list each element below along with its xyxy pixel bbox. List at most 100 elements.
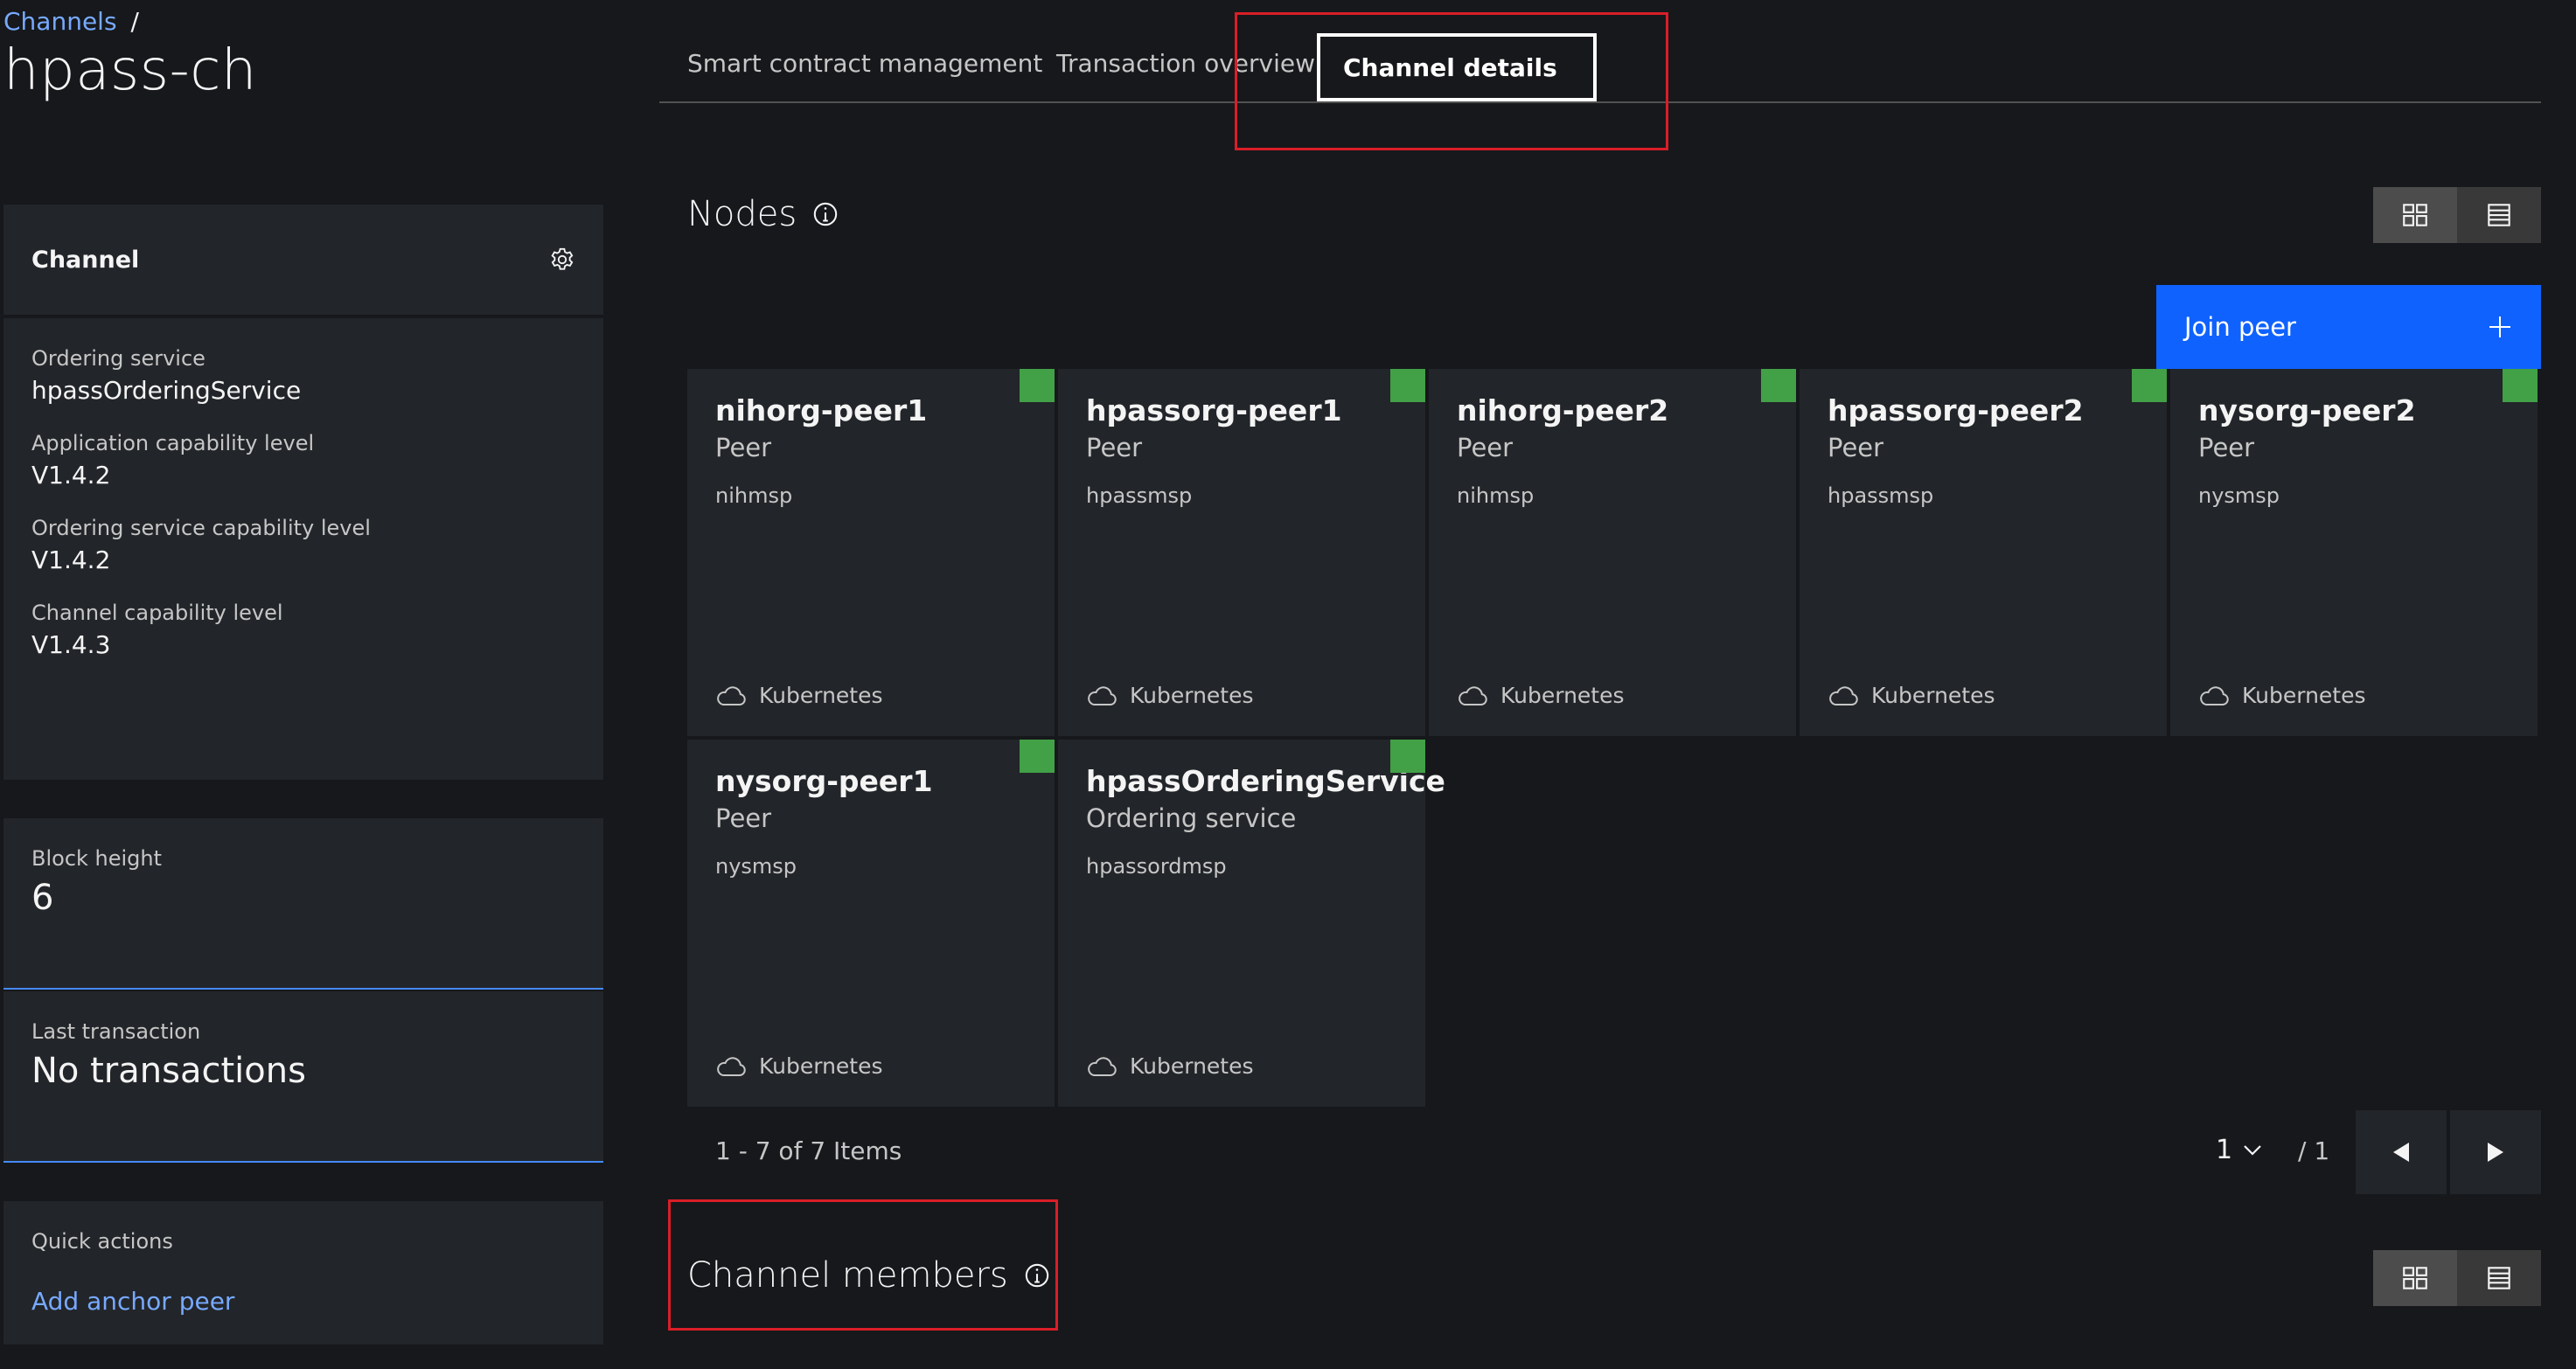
node-name: hpassOrderingService [1086,764,1445,798]
cloud-icon [1088,685,1117,705]
node-tile[interactable]: nihorg-peer2 Peer nihmsp Kubernetes [1429,369,1796,736]
node-msp: hpassordmsp [1086,854,1227,879]
node-msp: nihmsp [715,483,793,508]
node-location-label: Kubernetes [1500,683,1625,708]
quick-actions-label: Quick actions [31,1229,173,1254]
cloud-icon [1459,685,1487,705]
breadcrumb-separator: / [130,7,139,36]
list-view-icon [2488,204,2510,226]
nodes-section-title: Nodes [687,194,839,234]
info-value: hpassOrderingService [31,376,302,405]
node-type: Peer [1457,433,1514,462]
tile-view-button[interactable] [2373,187,2457,243]
block-height-value: 6 [31,878,54,918]
join-peer-button[interactable]: Join peer [2156,285,2541,369]
nodes-title: Nodes [687,194,797,234]
cloud-icon [1088,1056,1117,1076]
info-value: V1.4.3 [31,630,111,659]
last-transaction-card: Last transaction No transactions [3,991,603,1163]
info-value: V1.4.2 [31,546,111,574]
tile-view-button[interactable] [2373,1250,2457,1306]
info-label: Ordering service [31,346,205,371]
info-label: Channel capability level [31,601,283,625]
node-type: Peer [1828,433,1884,462]
cloud-icon [1829,685,1858,705]
node-tile[interactable]: hpassorg-peer2 Peer hpassmsp Kubernetes [1800,369,2167,736]
gear-icon[interactable] [549,247,575,273]
node-location: Kubernetes [1086,683,1254,708]
next-page-button[interactable] [2450,1110,2541,1194]
prev-page-button[interactable] [2356,1110,2447,1194]
info-value: V1.4.2 [31,461,111,490]
node-location: Kubernetes [715,1053,883,1079]
info-application-capability: Application capability level V1.4.2 [31,431,575,490]
node-msp: hpassmsp [1086,483,1193,508]
block-height-card: Block height 6 [3,818,603,990]
breadcrumb-channels-link[interactable]: Channels [3,7,117,36]
node-tile[interactable]: hpassOrderingService Ordering service hp… [1058,740,1445,1107]
node-type: Peer [1086,433,1143,462]
tile-view-icon [2403,204,2427,226]
status-indicator [1020,740,1055,773]
node-location: Kubernetes [1828,683,1995,708]
node-location: Kubernetes [715,683,883,708]
last-transaction-value: No transactions [31,1051,306,1091]
block-height-label: Block height [31,846,163,871]
last-transaction-label: Last transaction [31,1019,201,1044]
info-channel-capability: Channel capability level V1.4.3 [31,601,575,659]
quick-actions-card: Quick actions Add anchor peer [3,1201,603,1345]
add-anchor-peer-link[interactable]: Add anchor peer [31,1287,575,1316]
channel-members-title: Channel members [687,1255,1008,1296]
page-select[interactable]: 1 [2216,1135,2262,1165]
node-location-label: Kubernetes [1130,1053,1254,1079]
node-name: nihorg-peer2 [1457,393,1669,427]
node-tile[interactable]: hpassorg-peer1 Peer hpassmsp Kubernetes [1058,369,1425,736]
info-icon[interactable] [812,201,839,227]
node-location-label: Kubernetes [2242,683,2366,708]
node-type: Peer [715,433,772,462]
status-indicator [2132,369,2167,402]
node-msp: nihmsp [1457,483,1535,508]
status-indicator [1761,369,1796,402]
node-tile[interactable]: nihorg-peer1 Peer nihmsp Kubernetes [687,369,1055,736]
nodes-view-toggle [2373,187,2541,243]
channel-members-section-title: Channel members [687,1255,1050,1296]
info-label: Application capability level [31,431,315,455]
status-indicator [1390,369,1425,402]
node-location-label: Kubernetes [1130,683,1254,708]
node-type: Ordering service [1086,803,1297,833]
info-icon[interactable] [1024,1262,1050,1289]
status-indicator [2503,369,2538,402]
tab-smart-contract-management[interactable]: Smart contract management [687,49,1042,78]
node-type: Peer [715,803,772,833]
node-location-label: Kubernetes [1871,683,1995,708]
join-peer-label: Join peer [2184,312,2296,342]
cloud-icon [717,1056,746,1076]
channel-panel-header: Channel [3,205,603,316]
node-tile[interactable]: nysorg-peer2 Peer nysmsp Kubernetes [2170,369,2538,736]
node-msp: nysmsp [715,854,797,879]
node-msp: hpassmsp [1828,483,1934,508]
node-name: nysorg-peer1 [715,764,933,798]
node-location: Kubernetes [2198,683,2366,708]
node-tile[interactable]: nysorg-peer1 Peer nysmsp Kubernetes [687,740,1055,1107]
node-type: Peer [2198,433,2255,462]
node-location-label: Kubernetes [759,1053,883,1079]
node-location-label: Kubernetes [759,683,883,708]
node-name: hpassorg-peer2 [1828,393,2084,427]
list-view-button[interactable] [2457,1250,2541,1306]
info-ordering-service: Ordering service hpassOrderingService [31,346,575,405]
caret-right-icon [2488,1143,2503,1162]
channel-panel-title: Channel [31,246,140,274]
highlight-box-tab [1235,12,1668,150]
list-view-button[interactable] [2457,187,2541,243]
members-view-toggle [2373,1250,2541,1306]
status-indicator [1020,369,1055,402]
breadcrumb: Channels / [3,7,139,36]
list-view-icon [2488,1267,2510,1289]
node-name: nysorg-peer2 [2198,393,2416,427]
tile-view-icon [2403,1267,2427,1289]
node-msp: nysmsp [2198,483,2280,508]
caret-left-icon [2393,1143,2409,1162]
current-page: 1 [2216,1135,2233,1165]
